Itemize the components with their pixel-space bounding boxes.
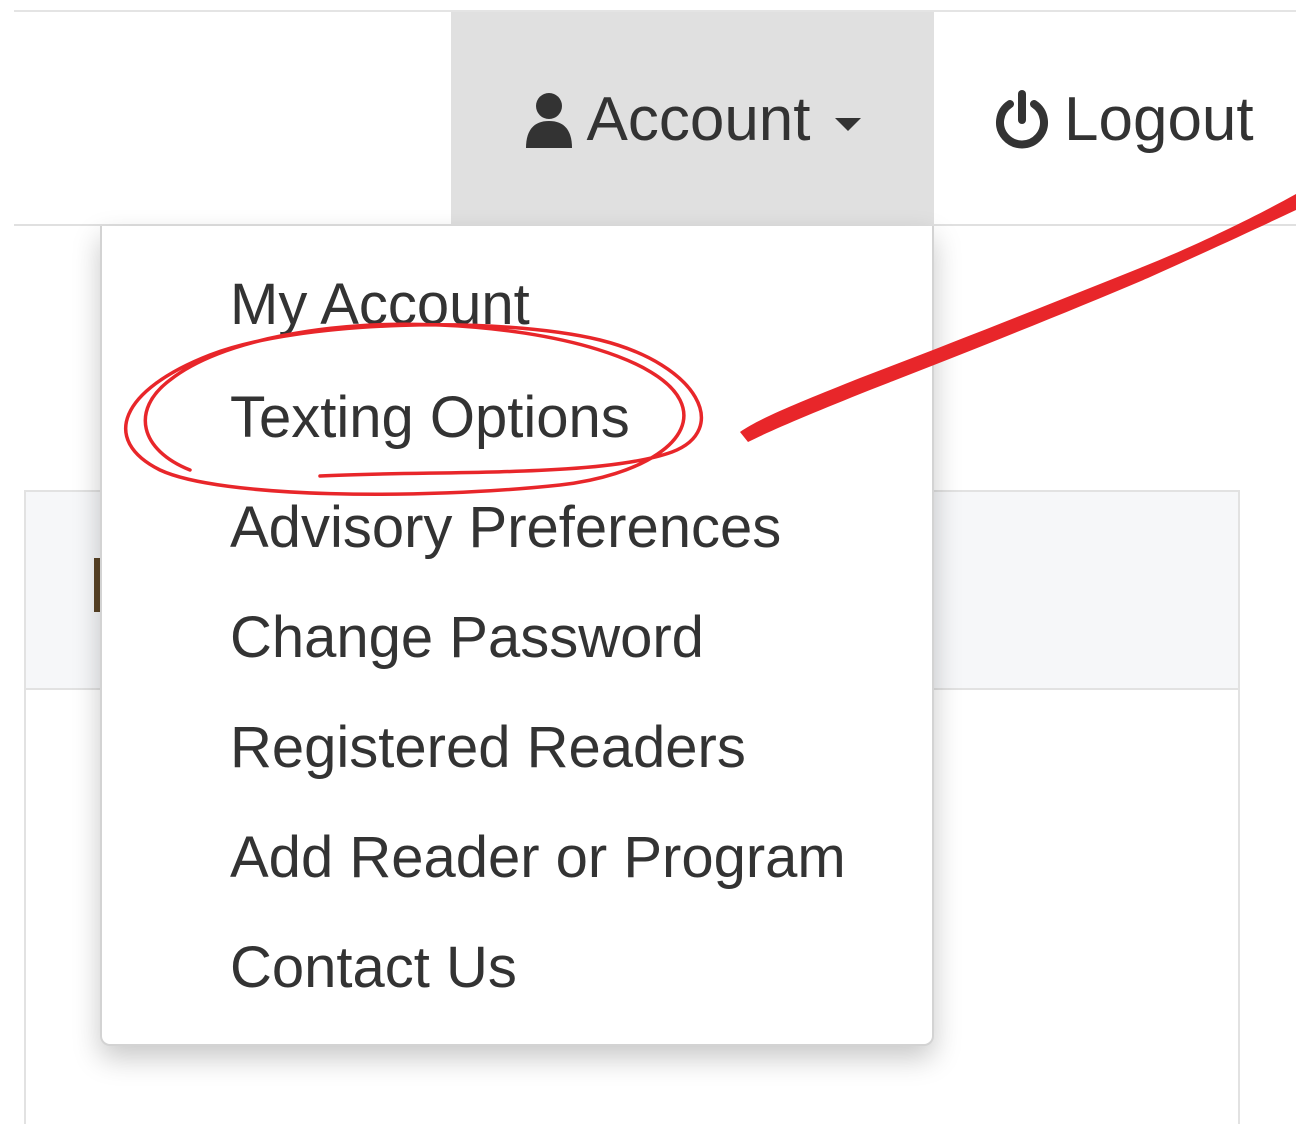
menu-item-registered-readers[interactable]: Registered Readers: [102, 692, 932, 802]
caret-down-icon: [834, 117, 861, 131]
dropdown-list: My Account Texting Options Advisory Pref…: [102, 246, 932, 1022]
menu-item-my-account[interactable]: My Account: [102, 246, 932, 362]
menu-item-contact-us[interactable]: Contact Us: [102, 912, 932, 1022]
power-icon: [994, 90, 1050, 150]
menu-item-add-reader-or-program[interactable]: Add Reader or Program: [102, 802, 932, 912]
logout-link[interactable]: Logout: [960, 12, 1290, 224]
account-label: Account: [586, 85, 811, 154]
menu-item-change-password[interactable]: Change Password: [102, 582, 932, 692]
account-dropdown-toggle[interactable]: Account: [451, 12, 934, 224]
top-navbar: Account Logout: [0, 0, 1296, 226]
page: Account Logout My Account Texting Option…: [0, 0, 1296, 1124]
menu-item-texting-options[interactable]: Texting Options: [102, 362, 932, 472]
user-icon: [524, 90, 574, 150]
logout-label: Logout: [1064, 85, 1254, 154]
menu-item-advisory-preferences[interactable]: Advisory Preferences: [102, 472, 932, 582]
account-dropdown-menu: My Account Texting Options Advisory Pref…: [100, 226, 934, 1046]
